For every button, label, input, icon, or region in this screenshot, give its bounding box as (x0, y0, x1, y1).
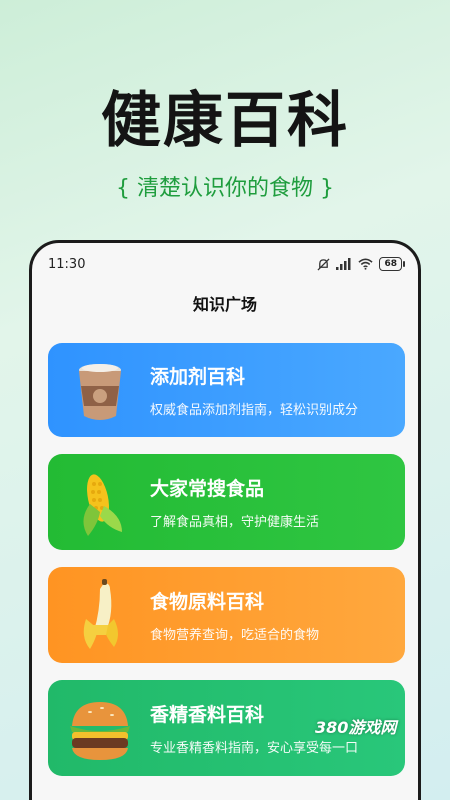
wifi-icon (358, 258, 374, 270)
card-desc: 权威食品添加剂指南，轻松识别成分 (150, 403, 359, 418)
corn-icon (60, 462, 140, 542)
status-bar: 11:30 68 (48, 253, 405, 275)
battery-icon: 68 (379, 257, 405, 271)
card-title: 添加剂百科 (150, 366, 246, 388)
card-desc: 专业香精香料指南，安心享受每一口 (150, 741, 359, 756)
card-desc: 了解食品真相，守护健康生活 (150, 515, 320, 530)
card-popular-foods[interactable]: 大家常搜食品 了解食品真相，守护健康生活 (48, 454, 405, 550)
hero-subtitle: { 清楚认识你的食物 } (116, 176, 334, 201)
hero-title: 健康百科 (101, 86, 349, 156)
card-desc: 食物营养查询，吃适合的食物 (150, 628, 320, 643)
status-time: 11:30 (48, 256, 86, 272)
watermark-logo: 380游戏网 (315, 718, 397, 737)
burger-icon (60, 688, 140, 768)
page-title: 知识广场 (192, 295, 257, 314)
card-title: 大家常搜食品 (150, 478, 265, 500)
signal-icon (336, 258, 352, 270)
status-icons: 68 (317, 257, 405, 271)
coffee-cup-icon (60, 350, 140, 430)
card-title: 食物原料百科 (150, 591, 265, 613)
card-additive-encyclopedia[interactable]: 添加剂百科 权威食品添加剂指南，轻松识别成分 (48, 343, 405, 437)
banana-icon (60, 575, 140, 655)
mute-bell-icon (317, 257, 330, 271)
card-ingredient-encyclopedia[interactable]: 食物原料百科 食物营养查询，吃适合的食物 (48, 567, 405, 663)
